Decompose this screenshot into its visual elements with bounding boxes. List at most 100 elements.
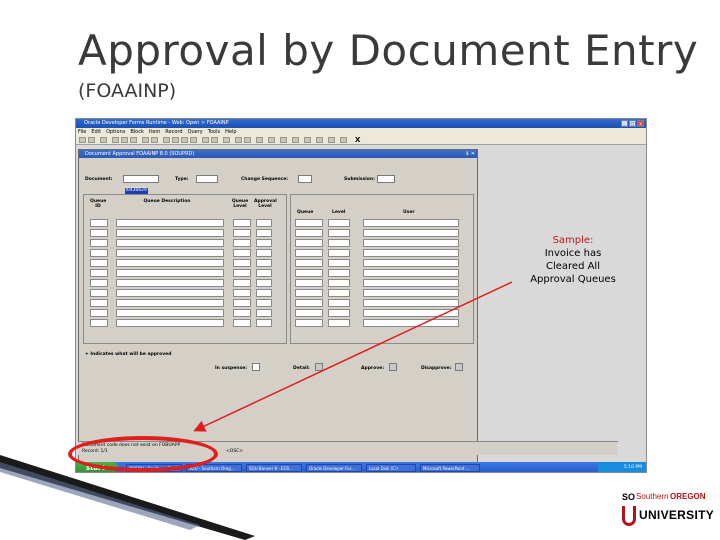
level-cell[interactable]: [328, 239, 350, 247]
user-cell[interactable]: [363, 279, 459, 287]
go-icon[interactable]: [244, 137, 251, 143]
level-cell[interactable]: [328, 309, 350, 317]
user-cell[interactable]: [363, 239, 459, 247]
disapprove-checkbox[interactable]: [455, 363, 463, 371]
queue-cell[interactable]: [295, 269, 323, 277]
queue-level-cell[interactable]: [233, 309, 251, 317]
approval-level-cell[interactable]: [256, 219, 272, 227]
user-cell[interactable]: [363, 309, 459, 317]
queue-cell[interactable]: [295, 259, 323, 267]
menu-tools[interactable]: Tools: [208, 128, 220, 136]
menu-item[interactable]: Item: [149, 128, 160, 136]
level-cell[interactable]: [328, 319, 350, 327]
close-form-button[interactable]: X: [355, 136, 360, 145]
user-cell[interactable]: [363, 319, 459, 327]
bookmark-icon[interactable]: [316, 137, 323, 143]
document-icon[interactable]: [292, 137, 299, 143]
insert-record-icon[interactable]: [202, 137, 209, 143]
queue-level-cell[interactable]: [233, 319, 251, 327]
change-sequence-field[interactable]: [298, 175, 312, 183]
queue-description-cell[interactable]: [116, 319, 224, 327]
detail-checkbox[interactable]: [315, 363, 323, 371]
previous-record-icon[interactable]: [181, 137, 188, 143]
user-cell[interactable]: [363, 269, 459, 277]
menu-block[interactable]: Block: [130, 128, 144, 136]
level-cell[interactable]: [328, 269, 350, 277]
info-icon[interactable]: [340, 137, 347, 143]
queue-level-cell[interactable]: [233, 249, 251, 257]
queue-level-cell[interactable]: [233, 279, 251, 287]
taskbar-item[interactable]: Microsoft PowerPoint ...: [420, 464, 480, 472]
approval-level-cell[interactable]: [256, 269, 272, 277]
queue-level-cell[interactable]: [233, 289, 251, 297]
level-cell[interactable]: [328, 279, 350, 287]
approval-level-cell[interactable]: [256, 259, 272, 267]
queue-level-cell[interactable]: [233, 299, 251, 307]
queue-cell[interactable]: [295, 309, 323, 317]
in-suspense-checkbox[interactable]: [252, 363, 260, 371]
help-icon[interactable]: [268, 137, 275, 143]
document-field[interactable]: I0436629: [123, 175, 159, 194]
menu-help[interactable]: Help: [225, 128, 236, 136]
queue-description-cell[interactable]: [116, 229, 224, 237]
menu-options[interactable]: Options: [106, 128, 125, 136]
taskbar-item[interactable]: Oracle Developer For...: [306, 464, 362, 472]
queue-level-cell[interactable]: [233, 269, 251, 277]
list-icon[interactable]: [256, 137, 263, 143]
queue-id-cell[interactable]: [90, 309, 108, 317]
save-icon[interactable]: [79, 137, 86, 143]
queue-id-cell[interactable]: [90, 239, 108, 247]
form-window-controls[interactable]: ⊻ ✕: [466, 151, 475, 157]
level-cell[interactable]: [328, 229, 350, 237]
search-icon[interactable]: [142, 137, 149, 143]
queue-id-cell[interactable]: [90, 259, 108, 267]
previous-block-icon[interactable]: [163, 137, 170, 143]
queue-cell[interactable]: [295, 219, 323, 227]
approval-level-cell[interactable]: [256, 299, 272, 307]
next-block-icon[interactable]: [172, 137, 179, 143]
menu-query[interactable]: Query: [188, 128, 203, 136]
execute-query-icon[interactable]: [151, 137, 158, 143]
level-cell[interactable]: [328, 219, 350, 227]
queue-description-cell[interactable]: [116, 279, 224, 287]
extract-icon[interactable]: [280, 137, 287, 143]
queue-id-cell[interactable]: [90, 219, 108, 227]
queue-description-cell[interactable]: [116, 309, 224, 317]
queue-cell[interactable]: [295, 249, 323, 257]
approval-level-cell[interactable]: [256, 289, 272, 297]
queue-description-cell[interactable]: [116, 249, 224, 257]
approval-level-cell[interactable]: [256, 239, 272, 247]
options-icon[interactable]: [235, 137, 242, 143]
copy-icon[interactable]: [121, 137, 128, 143]
user-cell[interactable]: [363, 229, 459, 237]
taskbar-item[interactable]: Local Disk (C:): [366, 464, 416, 472]
queue-cell[interactable]: [295, 299, 323, 307]
queue-description-cell[interactable]: [116, 259, 224, 267]
delete-record-icon[interactable]: [211, 137, 218, 143]
user-cell[interactable]: [363, 259, 459, 267]
minimize-button[interactable]: _: [621, 120, 628, 127]
taskbar-item[interactable]: SOU Banner 8 - ECR...: [246, 464, 302, 472]
approval-level-cell[interactable]: [256, 279, 272, 287]
queue-description-cell[interactable]: [116, 269, 224, 277]
clear-icon[interactable]: [223, 137, 230, 143]
close-button[interactable]: x: [637, 120, 644, 127]
queue-id-cell[interactable]: [90, 319, 108, 327]
queue-description-cell[interactable]: [116, 239, 224, 247]
submission-field[interactable]: [377, 175, 395, 183]
queue-description-cell[interactable]: [116, 289, 224, 297]
queue-id-cell[interactable]: [90, 299, 108, 307]
queue-cell[interactable]: [295, 229, 323, 237]
level-cell[interactable]: [328, 299, 350, 307]
user-cell[interactable]: [363, 219, 459, 227]
menu-edit[interactable]: Edit: [91, 128, 101, 136]
queue-level-cell[interactable]: [233, 229, 251, 237]
queue-cell[interactable]: [295, 279, 323, 287]
queue-id-cell[interactable]: [90, 289, 108, 297]
type-field[interactable]: [196, 175, 218, 183]
print-icon[interactable]: [88, 137, 95, 143]
level-cell[interactable]: [328, 289, 350, 297]
queue-level-cell[interactable]: [233, 259, 251, 267]
exit-icon[interactable]: [100, 137, 107, 143]
queue-id-cell[interactable]: [90, 279, 108, 287]
